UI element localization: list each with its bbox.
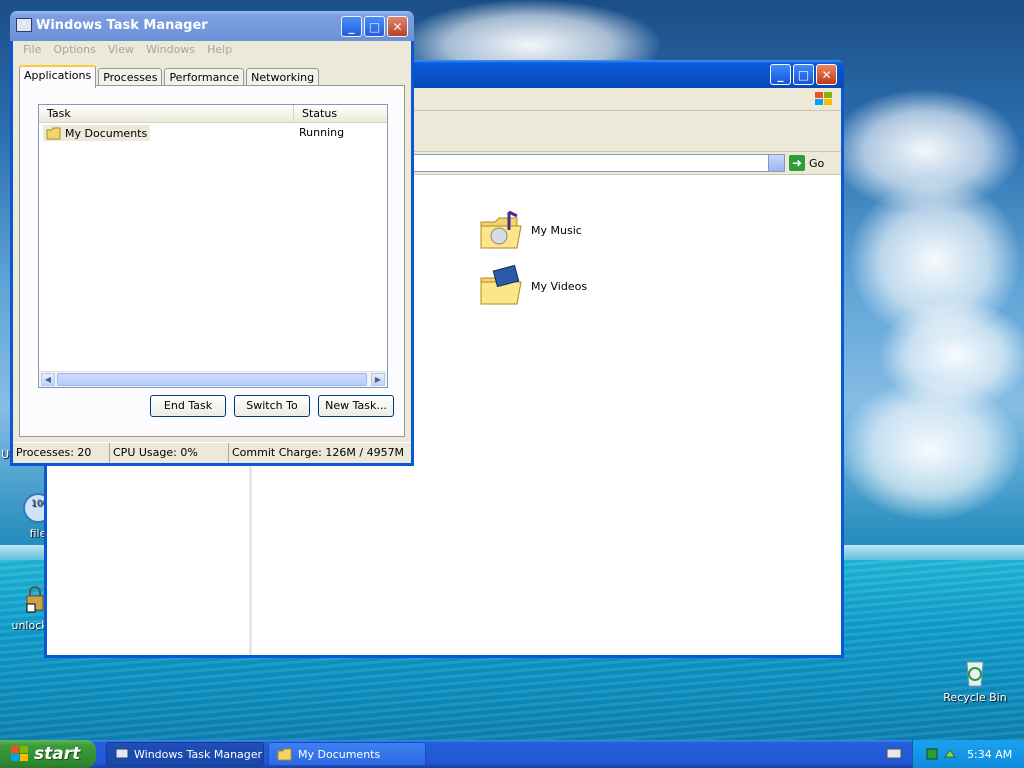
minimize-button[interactable]: _: [770, 64, 791, 85]
taskbar-button-label: My Documents: [298, 747, 381, 761]
applications-panel: Task Status My Documents Running ◀ ▶ End…: [19, 85, 405, 437]
scroll-right-icon[interactable]: ▶: [371, 373, 385, 386]
menu-windows[interactable]: Windows: [140, 41, 201, 59]
taskbar-button-task-manager[interactable]: Windows Task Manager: [106, 742, 264, 766]
keyboard-icon[interactable]: [886, 746, 902, 760]
task-manager-icon: [115, 748, 129, 759]
task-manager-body: File Options View Windows Help Applicati…: [13, 41, 411, 463]
horizontal-scrollbar[interactable]: ◀ ▶: [39, 371, 387, 387]
table-row[interactable]: My Documents Running: [41, 125, 385, 141]
menu-options[interactable]: Options: [47, 41, 101, 59]
menubar: File Options View Windows Help: [13, 41, 411, 59]
clock[interactable]: 5:34 AM: [967, 748, 1012, 761]
scroll-thumb[interactable]: [57, 373, 367, 386]
video-folder-icon: [480, 264, 522, 305]
folder-icon: [46, 127, 61, 140]
process-count: Processes: 20: [13, 443, 110, 463]
switch-to-button[interactable]: Switch To: [234, 395, 310, 417]
go-button[interactable]: ➜ Go: [789, 154, 824, 172]
commit-charge: Commit Charge: 126M / 4957M: [232, 446, 405, 459]
taskbar-button-my-documents[interactable]: My Documents: [268, 742, 426, 766]
menu-file[interactable]: File: [17, 41, 47, 59]
column-header-task[interactable]: Task: [47, 107, 71, 120]
task-manager-titlebar[interactable]: Windows Task Manager _ □ ✕: [10, 11, 414, 41]
system-tray: 5:34 AM: [912, 740, 1024, 768]
windows-logo-icon: [11, 746, 28, 761]
new-task-button[interactable]: New Task...: [318, 395, 394, 417]
address-input[interactable]: [407, 154, 785, 172]
start-button[interactable]: start: [0, 740, 96, 768]
menu-view[interactable]: View: [102, 41, 140, 59]
desktop-icon-recycle-bin[interactable]: Recycle Bin: [940, 656, 1010, 704]
window-title: Windows Task Manager: [36, 18, 208, 33]
arrow-right-icon: ➜: [789, 155, 805, 171]
task-cell: My Documents: [43, 125, 151, 141]
close-button[interactable]: ✕: [387, 16, 408, 37]
music-folder-icon: [480, 210, 522, 249]
safely-remove-icon[interactable]: [943, 747, 957, 761]
taskbar: start Windows Task Manager My Documents …: [0, 740, 1024, 768]
network-icon[interactable]: [925, 747, 939, 761]
maximize-button[interactable]: □: [793, 64, 814, 85]
windows-logo-icon: [813, 90, 835, 111]
list-header: Task Status: [39, 105, 387, 123]
go-label: Go: [809, 156, 825, 170]
recycle-bin-icon: [959, 656, 991, 688]
taskbar-button-label: Windows Task Manager: [134, 747, 263, 761]
minimize-button[interactable]: _: [341, 16, 362, 37]
task-name: My Documents: [65, 126, 148, 140]
folder-my-videos[interactable]: My Videos: [477, 262, 587, 310]
menu-help[interactable]: Help: [201, 41, 238, 59]
task-manager-icon: [16, 18, 32, 32]
start-label: start: [34, 744, 81, 764]
cloud: [840, 380, 1020, 520]
desktop-icon-label: Recycle Bin: [943, 691, 1007, 704]
maximize-button[interactable]: □: [364, 16, 385, 37]
folder-label: My Videos: [531, 279, 588, 293]
scroll-left-icon[interactable]: ◀: [41, 373, 55, 386]
tab-applications[interactable]: Applications: [19, 65, 97, 88]
task-list[interactable]: Task Status My Documents Running ◀ ▶: [38, 104, 388, 388]
close-button[interactable]: ✕: [816, 64, 837, 85]
chevron-down-icon[interactable]: [768, 155, 784, 171]
folder-my-music[interactable]: My Music: [477, 206, 582, 254]
task-manager-window[interactable]: Windows Task Manager _ □ ✕ File Options …: [10, 11, 414, 466]
column-header-status[interactable]: Status: [293, 105, 337, 122]
task-status: Running: [299, 126, 345, 139]
cpu-usage: CPU Usage: 0%: [110, 443, 229, 463]
folder-label: My Music: [531, 223, 582, 237]
end-task-button[interactable]: End Task: [150, 395, 226, 417]
folder-icon: [277, 748, 292, 761]
status-bar: Processes: 20 CPU Usage: 0% Commit Charg…: [13, 442, 411, 463]
